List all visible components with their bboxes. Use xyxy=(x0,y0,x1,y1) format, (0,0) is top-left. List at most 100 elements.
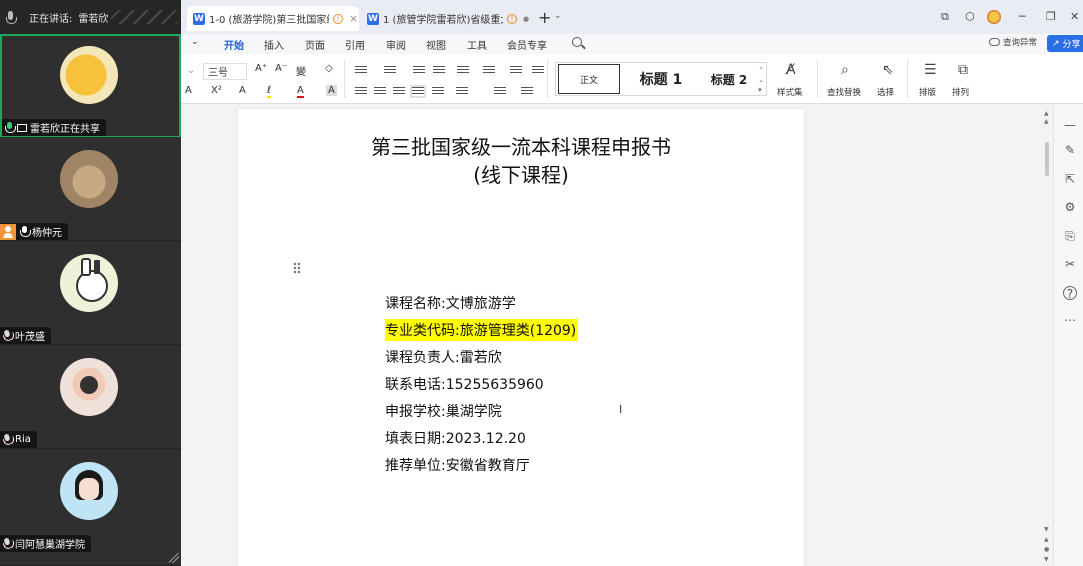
style-heading-2[interactable]: 标题 2 xyxy=(696,63,762,95)
chevron-down-icon[interactable]: ⌄ xyxy=(554,11,562,21)
search-icon[interactable] xyxy=(572,37,582,47)
field-recommender: 推荐单位:安徽省教育厅 xyxy=(385,457,530,474)
document-tab[interactable]: W 1-0 (旅游学院)第三批国家级 ! × xyxy=(187,6,359,31)
participant-tile[interactable]: Ria xyxy=(0,345,181,449)
participant-tile[interactable]: 闫阿慧巢湖学院 xyxy=(0,449,181,566)
chevron-down-icon[interactable]: ⌄ xyxy=(191,37,199,47)
scroll-down-icon[interactable]: ▼ xyxy=(1044,556,1049,563)
tab-close-icon[interactable]: × xyxy=(349,12,358,25)
tab-home[interactable]: 开始 xyxy=(224,37,244,57)
find-replace-icon[interactable]: ⌕ xyxy=(841,62,849,78)
settings-icon[interactable]: ⚙ xyxy=(1063,200,1077,214)
char-shading-button[interactable]: A xyxy=(326,85,337,96)
numbered-list-icon[interactable] xyxy=(384,66,396,75)
document-tab[interactable]: W 1 (旅管学院雷若欣)省级重大教研 ! ● xyxy=(361,6,533,31)
account-avatar[interactable] xyxy=(987,10,1001,24)
pen-icon[interactable]: ✎ xyxy=(1063,143,1077,157)
participant-tile[interactable]: 雷若欣正在共享 xyxy=(0,34,181,138)
border-icon[interactable] xyxy=(521,87,533,96)
scroll-up-icon[interactable]: ▲ xyxy=(1044,118,1049,125)
typeset-icon[interactable]: ☰ xyxy=(924,62,937,78)
wps-writer-window: W 1-0 (旅游学院)第三批国家级 ! × W 1 (旅管学院雷若欣)省级重大… xyxy=(181,0,1083,566)
font-name-dropdown[interactable]: ⌄ xyxy=(187,65,195,76)
text-effect-button[interactable]: A xyxy=(185,85,192,96)
tab-close-icon[interactable]: ● xyxy=(523,15,529,23)
typeset-button[interactable]: 排版 xyxy=(919,86,936,98)
ribbon-divider xyxy=(547,60,548,98)
more-icon[interactable]: ⋯ xyxy=(1063,313,1077,327)
style-set-button[interactable]: 样式集 xyxy=(777,86,803,98)
arrange-icon[interactable]: ⧉ xyxy=(958,62,968,78)
share-button[interactable]: ↗ 分享 xyxy=(1047,35,1083,52)
mic-icon[interactable] xyxy=(6,10,17,24)
scroll-up-icon[interactable]: ▲ xyxy=(1044,110,1049,117)
new-tab-button[interactable]: + xyxy=(538,8,551,27)
tab-page[interactable]: 页面 xyxy=(305,37,325,52)
line-spacing-icon[interactable] xyxy=(456,87,468,96)
resize-grip-icon[interactable] xyxy=(169,553,179,563)
participant-name-tag: Ria xyxy=(0,431,37,448)
justify-icon[interactable] xyxy=(410,85,426,98)
document-canvas[interactable]: 第三批国家级一流本科课程申报书 (线下课程) 课程名称:文博旅游学 专业类代码:… xyxy=(181,105,1047,566)
align-left-icon[interactable] xyxy=(355,87,367,96)
superscript-button[interactable]: X² xyxy=(211,85,222,96)
cloud-status[interactable]: 查询异常 xyxy=(989,36,1037,48)
tab-review[interactable]: 审阅 xyxy=(386,37,406,52)
layout-icon[interactable]: ⧉ xyxy=(941,10,949,24)
vertical-scrollbar[interactable]: ▲ ▲ ▼ ▲ ● ▼ xyxy=(1043,108,1051,566)
clear-format-button[interactable]: ◇ xyxy=(325,63,333,74)
tab-reference[interactable]: 引用 xyxy=(345,37,365,52)
bullet-list-icon[interactable] xyxy=(355,66,367,75)
scroll-down-icon[interactable]: ▼ xyxy=(1044,526,1049,533)
shading-icon[interactable] xyxy=(494,87,506,96)
style-normal[interactable]: 正文 xyxy=(558,64,620,94)
style-heading-1[interactable]: 标题 1 xyxy=(626,63,696,95)
select-icon[interactable]: ⇖ xyxy=(882,62,894,78)
writer-doc-icon: W xyxy=(193,12,205,25)
restore-button[interactable]: ❐ xyxy=(1046,10,1056,23)
shrink-font-button[interactable]: A⁻ xyxy=(275,63,287,74)
ribbon-divider xyxy=(344,60,345,98)
drag-handle-icon[interactable] xyxy=(293,262,301,274)
tab-member[interactable]: 会员专享 xyxy=(507,37,547,52)
phonetic-guide-button[interactable]: 變 xyxy=(296,63,306,78)
share-icon: ↗ xyxy=(1052,38,1060,49)
font-size-dropdown[interactable]: 三号 xyxy=(203,63,247,80)
increase-indent-icon[interactable] xyxy=(433,66,445,75)
page-nav-icon[interactable]: ● xyxy=(1044,546,1049,553)
document-page[interactable]: 第三批国家级一流本科课程申报书 (线下课程) 课程名称:文博旅游学 专业类代码:… xyxy=(238,109,804,566)
select-pointer-icon[interactable]: ⇱ xyxy=(1063,172,1077,186)
align-center-icon[interactable] xyxy=(374,87,386,96)
copy-icon[interactable]: ⎘ xyxy=(1063,229,1077,243)
find-replace-button[interactable]: 查找替换 xyxy=(827,86,861,98)
participant-tile[interactable]: 杨仲元 xyxy=(0,137,181,241)
scroll-thumb[interactable] xyxy=(1045,142,1049,176)
minimize-button[interactable]: ─ xyxy=(1019,10,1026,23)
align-right-icon[interactable] xyxy=(393,87,405,96)
sort-icon[interactable] xyxy=(510,66,522,75)
text-style-button[interactable]: A xyxy=(239,85,246,96)
participant-tile[interactable]: 叶茂盛 xyxy=(0,241,181,345)
decrease-indent-icon[interactable] xyxy=(413,66,425,75)
grow-font-button[interactable]: A⁺ xyxy=(255,63,267,74)
collapse-icon[interactable]: — xyxy=(1063,118,1077,132)
text-direction-icon[interactable] xyxy=(483,66,495,75)
distribute-icon[interactable] xyxy=(432,87,444,96)
tab-view[interactable]: 视图 xyxy=(426,37,446,52)
avatar xyxy=(60,150,118,208)
show-marks-icon[interactable] xyxy=(532,66,544,75)
close-button[interactable]: ✕ xyxy=(1070,10,1079,23)
highlight-button[interactable]: ℓ xyxy=(267,85,272,98)
tab-tools[interactable]: 工具 xyxy=(467,37,487,52)
gallery-scroll-icon[interactable]: ⌃ ⌄ ▾ xyxy=(758,65,764,95)
arrange-button[interactable]: 排列 xyxy=(952,86,969,98)
tab-insert[interactable]: 插入 xyxy=(264,37,284,52)
style-set-icon[interactable]: A̸ xyxy=(786,62,796,78)
cube-icon[interactable]: ⬡ xyxy=(965,10,975,23)
chinese-layout-icon[interactable] xyxy=(457,66,469,75)
tools-icon[interactable]: ✂ xyxy=(1063,257,1077,271)
help-icon[interactable]: ? xyxy=(1063,286,1077,301)
scroll-down-icon[interactable]: ▲ xyxy=(1044,536,1049,543)
font-color-button[interactable]: A xyxy=(297,85,304,98)
select-button[interactable]: 选择 xyxy=(877,86,894,98)
